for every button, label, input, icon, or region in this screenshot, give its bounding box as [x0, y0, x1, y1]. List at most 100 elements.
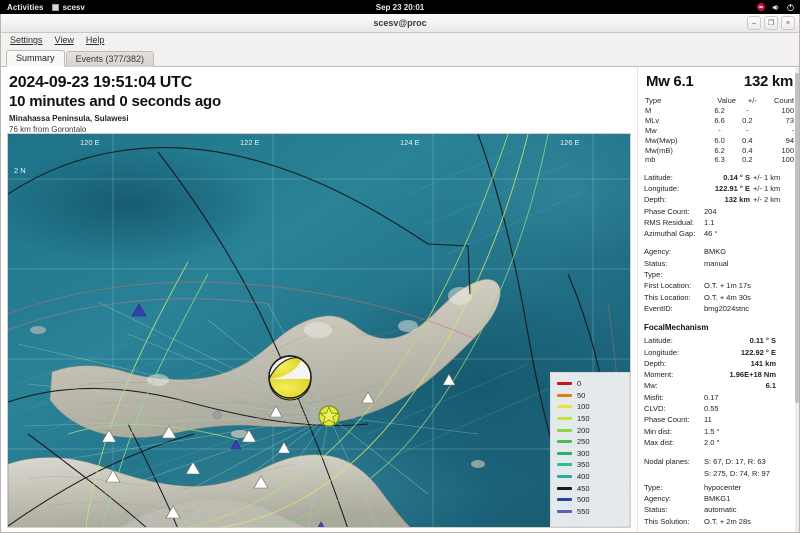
- nodal-planes: Nodal planes: S: 67, D: 17, R: 63 S: 275…: [644, 456, 795, 479]
- focal-mechanism-title: FocalMechanism: [644, 323, 795, 332]
- detail-key: Longitude:: [644, 347, 704, 358]
- table-row: Mw - - -: [644, 126, 795, 136]
- menu-view[interactable]: View: [50, 35, 79, 46]
- detail-key: Mw:: [644, 380, 704, 391]
- cell-type: Mw(Mwp): [644, 135, 702, 145]
- headline-depth: 132 km: [744, 73, 793, 90]
- legend-swatch: [557, 487, 572, 490]
- headline-magnitude: Mw 6.1: [646, 73, 693, 90]
- detail-value: 122.92 ° E: [704, 347, 776, 358]
- epicenter-star[interactable]: [319, 406, 339, 426]
- vertical-scrollbar[interactable]: [795, 67, 799, 532]
- volume-icon[interactable]: [771, 3, 780, 12]
- col-count: Count: [758, 96, 795, 106]
- lat-label-0: 2 N: [14, 166, 26, 175]
- detail-key: Phase Count:: [644, 414, 704, 425]
- detail-key: Agency:: [644, 246, 704, 257]
- cell-value: 6.6: [702, 116, 737, 126]
- legend-label: 300: [577, 449, 590, 458]
- col-error: +/-: [737, 96, 758, 106]
- legend-row: 200: [557, 424, 625, 436]
- tab-events[interactable]: Events (377/382): [66, 51, 155, 67]
- detail-value: O.T. + 4m 30s: [704, 292, 795, 303]
- menu-help[interactable]: Help: [81, 35, 110, 46]
- maximize-button[interactable]: ❐: [764, 16, 778, 30]
- detail-key: Status:: [644, 258, 704, 269]
- magnitude-table-header: Type Value +/- Count: [644, 96, 795, 106]
- lon-label-2: 124 E: [400, 138, 420, 147]
- system-tray[interactable]: [757, 3, 795, 12]
- focal-mechanism-meta: Type: hypocenter Agency: BMKG1 Status: a…: [644, 482, 795, 527]
- cell-type: M: [644, 106, 702, 116]
- cell-value: 6.2: [702, 145, 737, 155]
- detail-value: O.T. + 2m 28s: [704, 516, 795, 527]
- scrollbar-thumb[interactable]: [795, 73, 799, 403]
- event-detail-pane: Mw 6.1 132 km Type Value +/- Count M 6.2: [637, 67, 799, 532]
- event-header: 2024-09-23 19:51:04 UTC 10 minutes and 0…: [1, 67, 637, 133]
- detail-key: RMS Residual:: [644, 217, 704, 228]
- nodal-plane-row: S: 275, D: 74, R: 97: [644, 468, 795, 479]
- detail-value: 1.5 °: [704, 426, 795, 437]
- nodal-plane-row: Nodal planes: S: 67, D: 17, R: 63: [644, 456, 795, 467]
- cell-type: mb: [644, 155, 702, 165]
- depth-legend: 0 50 100 150 200 250 300 350 400 450 500…: [550, 372, 630, 527]
- legend-label: 0: [577, 379, 581, 388]
- detail-row: Phase Count: 204: [644, 206, 795, 217]
- detail-row: Azimuthal Gap: 46 °: [644, 228, 795, 239]
- detail-key: Moment:: [644, 369, 704, 380]
- app-icon: [52, 4, 59, 11]
- cell-value: 6.2: [702, 106, 737, 116]
- close-button[interactable]: ×: [781, 16, 795, 30]
- detail-value: bmg2024stnc: [704, 303, 795, 314]
- detail-row: First Location: O.T. + 1m 17s: [644, 280, 795, 291]
- window-titlebar[interactable]: scesv@proc – ❐ ×: [1, 14, 799, 33]
- detail-key: Status:: [644, 504, 704, 515]
- detail-row: Longitude: 122.91 ° E +/- 1 km: [644, 183, 795, 194]
- event-elapsed: 10 minutes and 0 seconds ago: [9, 93, 637, 112]
- nodal-planes-spacer: [644, 468, 704, 479]
- minimize-button[interactable]: –: [747, 16, 761, 30]
- detail-value: automatic: [704, 504, 795, 515]
- desktop-top-bar: Activities scesv Sep 23 20:01: [0, 0, 800, 14]
- map-svg[interactable]: 120 E 122 E 124 E 126 E 2 N: [8, 134, 631, 528]
- beachball-icon[interactable]: [269, 356, 311, 400]
- legend-label: 450: [577, 484, 590, 493]
- legend-label: 150: [577, 414, 590, 423]
- cell-count: -: [758, 126, 795, 136]
- window-controls[interactable]: – ❐ ×: [747, 16, 795, 30]
- legend-swatch: [557, 429, 572, 432]
- legend-label: 500: [577, 495, 590, 504]
- tab-bar[interactable]: Summary Events (377/382): [1, 48, 799, 67]
- origin-details: Latitude: 0.14 ° S +/- 1 km Longitude: 1…: [644, 172, 795, 240]
- detail-key: First Location:: [644, 280, 704, 291]
- activities-button[interactable]: Activities: [0, 3, 52, 12]
- detail-row: Latitude: 0.14 ° S +/- 1 km: [644, 172, 795, 183]
- menu-settings[interactable]: Settings: [5, 35, 48, 46]
- map-canvas[interactable]: 120 E 122 E 124 E 126 E 2 N 0 50 100 150…: [7, 133, 631, 528]
- detail-row: Max dist: 2.0 °: [644, 437, 795, 448]
- record-dot-icon[interactable]: [757, 3, 765, 11]
- detail-value: 11: [704, 414, 795, 425]
- detail-key: Min dist:: [644, 426, 704, 437]
- cell-value: -: [702, 126, 737, 136]
- clock[interactable]: Sep 23 20:01: [376, 3, 424, 12]
- tab-summary[interactable]: Summary: [6, 50, 65, 67]
- power-icon[interactable]: [786, 3, 795, 12]
- detail-row: This Location: O.T. + 4m 30s: [644, 292, 795, 303]
- table-row: M 6.2 - 100: [644, 106, 795, 116]
- detail-value: BMKG1: [704, 493, 795, 504]
- menu-bar[interactable]: Settings View Help: [1, 33, 799, 48]
- legend-label: 250: [577, 437, 590, 446]
- detail-row: EventID: bmg2024stnc: [644, 303, 795, 314]
- detail-row: Min dist: 1.5 °: [644, 426, 795, 437]
- detail-value: 141 km: [704, 358, 776, 369]
- legend-row: 0: [557, 378, 625, 390]
- cell-count: 100: [758, 145, 795, 155]
- detail-key: Max dist:: [644, 437, 704, 448]
- table-row: MLv 6.6 0.2 73: [644, 116, 795, 126]
- detail-row: Latitude: 0.11 ° S: [644, 335, 795, 346]
- active-app-indicator[interactable]: scesv: [52, 3, 85, 12]
- detail-row: Agency: BMKG: [644, 246, 795, 257]
- active-app-name: scesv: [63, 3, 85, 12]
- legend-row: 50: [557, 390, 625, 402]
